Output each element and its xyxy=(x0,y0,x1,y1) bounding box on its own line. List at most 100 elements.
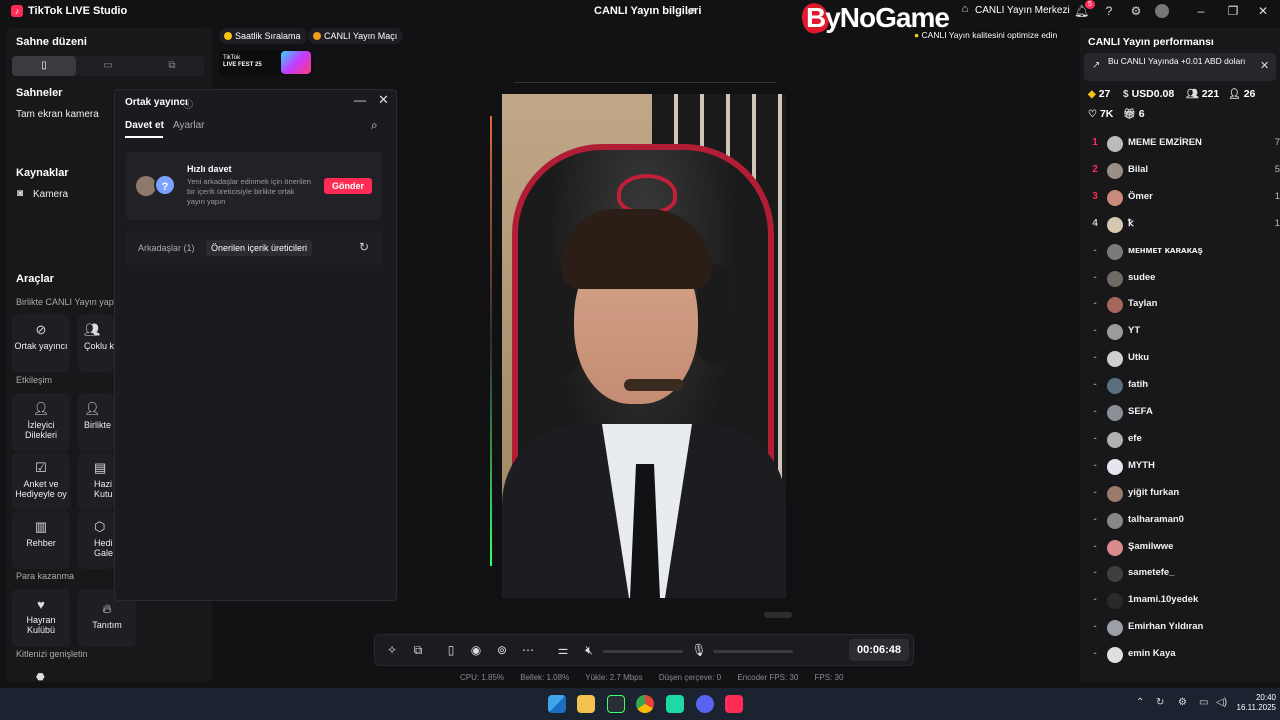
tool-gift-gallery[interactable]: ⬡ Hedi Gale xyxy=(78,511,114,569)
portrait-button[interactable]: ▯ xyxy=(12,56,76,76)
tray-sync-icon[interactable]: ↻ xyxy=(1156,697,1164,708)
tab-friends[interactable]: Arkadaşlar (1) xyxy=(133,240,200,256)
refresh-icon[interactable]: ↻ xyxy=(359,240,369,254)
windows-start-icon[interactable] xyxy=(548,695,566,713)
live-center-link[interactable]: CANLI Yayın Merkezi xyxy=(975,5,1070,16)
close-window-icon[interactable]: ✕ xyxy=(1256,4,1270,18)
tool-treasure[interactable]: ▤ Hazi Kutu xyxy=(78,452,114,510)
tab-suggested-creators[interactable]: Önerilen içerik üreticileri xyxy=(206,240,313,256)
quick-invite-title: Hızlı davet xyxy=(187,164,232,174)
viewer-rank: - xyxy=(1093,540,1097,552)
viewer-row[interactable]: - Emirhan Yıldıran xyxy=(1088,618,1278,638)
preview-scroll-handle[interactable] xyxy=(764,612,792,618)
camera-feed[interactable] xyxy=(502,94,786,598)
tool-together[interactable]: 👤︎ Birlikte xyxy=(78,393,114,451)
viewer-gift-count: 1 xyxy=(1274,190,1280,202)
speaker-volume-slider[interactable] xyxy=(603,650,683,653)
source-item-camera[interactable]: Kamera xyxy=(33,189,68,200)
viewer-row[interactable]: - 1mami.10yedek xyxy=(1088,591,1278,611)
help-icon[interactable]: ? xyxy=(1102,4,1116,18)
tool-viewer-requests[interactable]: 👤︎ İzleyici Dilekleri xyxy=(12,393,70,451)
tool-fan-club[interactable]: ♥ Hayran Kulübü xyxy=(12,589,70,647)
expand-tool-icon[interactable]: ⬣ xyxy=(36,672,45,683)
screen-capture-icon[interactable]: ⧉ xyxy=(410,643,426,658)
share-icon[interactable]: ⇗ xyxy=(686,4,696,18)
viewer-rank: - xyxy=(1093,379,1097,391)
tool-multi-guest[interactable]: 👥︎ Çoklu k xyxy=(78,314,114,372)
minimize-icon[interactable]: – xyxy=(1194,4,1208,18)
discord-icon[interactable] xyxy=(696,695,714,713)
viewer-rank: - xyxy=(1093,352,1097,364)
adjust-icon[interactable]: ⚌ xyxy=(555,643,571,657)
magic-wand-icon[interactable]: ✧ xyxy=(384,643,400,657)
gift-gallery-icon: ⬡ xyxy=(94,519,106,534)
viewer-row[interactable]: - MYTH xyxy=(1088,457,1278,477)
tool-guide[interactable]: ▥ Rehber xyxy=(12,511,70,569)
hourly-ranking-pill[interactable]: Saatlik Sıralama xyxy=(219,28,307,44)
live-fest-banner[interactable]: TikTok LIVE FEST 25 xyxy=(219,50,313,75)
viewer-row[interactable]: 3 Ömer 1 xyxy=(1088,188,1280,208)
chrome-icon[interactable] xyxy=(636,695,654,713)
close-icon[interactable]: ✕ xyxy=(1260,59,1269,72)
microphone-icon[interactable]: 🎙︎ xyxy=(691,643,707,657)
viewer-row[interactable]: - YT xyxy=(1088,322,1278,342)
record-icon[interactable]: ◉ xyxy=(468,643,484,657)
phone-icon[interactable]: ▯ xyxy=(443,643,459,657)
speaker-muted-icon[interactable]: 🔇︎ xyxy=(581,643,597,658)
viewer-row[interactable]: - ᴍᴇʜᴍᴇᴛ ᴋᴀʀᴀᴋᴀş xyxy=(1088,242,1278,262)
viewer-name: Taylan xyxy=(1128,298,1158,310)
viewer-row[interactable]: - Taylan xyxy=(1088,295,1278,315)
viewer-row[interactable]: - emin Kaya xyxy=(1088,645,1278,665)
dollar-icon: $ xyxy=(1123,89,1129,100)
tab-settings[interactable]: Ayarlar xyxy=(173,120,205,131)
send-button[interactable]: Gönder xyxy=(324,178,372,194)
search-icon[interactable]: ⌕ xyxy=(371,118,378,133)
viewer-row[interactable]: - efe xyxy=(1088,430,1278,450)
profile-avatar[interactable] xyxy=(1155,4,1169,18)
viewer-row[interactable]: - Utku xyxy=(1088,349,1278,369)
viewer-name: sametefe_ xyxy=(1128,567,1175,579)
viewer-row[interactable]: 2 Bilal 5 xyxy=(1088,161,1280,181)
viewer-row[interactable]: - sametefe_ xyxy=(1088,564,1278,584)
scenes-title: Sahneler xyxy=(16,87,63,99)
terminal-icon[interactable] xyxy=(607,695,625,713)
tools-title: Araçlar xyxy=(16,273,54,285)
restore-icon[interactable]: ❐ xyxy=(1226,4,1240,18)
viewer-row[interactable]: - yiğit furkan xyxy=(1088,484,1278,504)
help-icon[interactable]: ⓘ xyxy=(183,96,193,111)
dual-layout-button[interactable]: ⧉ xyxy=(140,56,204,76)
file-explorer-icon[interactable] xyxy=(577,695,595,713)
tool-cohost[interactable]: ⊘ Ortak yayıncı xyxy=(12,314,70,372)
network-icon[interactable]: ▭ xyxy=(1199,697,1208,708)
viewer-row[interactable]: - sudee xyxy=(1088,269,1278,289)
dialog-title: Ortak yayıncı xyxy=(125,97,188,108)
orientation-toggle: ▯ ▭ ⧉ xyxy=(12,56,204,76)
close-icon[interactable]: ✕ xyxy=(378,92,389,108)
gear-icon[interactable]: ⚙ xyxy=(1129,4,1143,18)
viewer-row[interactable]: - fatih xyxy=(1088,376,1278,396)
viewer-avatar xyxy=(1107,593,1123,610)
tray-settings-icon[interactable]: ⚙ xyxy=(1178,697,1187,708)
app-icon[interactable] xyxy=(666,695,684,713)
scene-item[interactable]: Tam ekran kamera xyxy=(16,109,99,120)
viewer-row[interactable]: - Şamilwwe xyxy=(1088,538,1278,558)
camera-switch-icon[interactable]: ⊚ xyxy=(494,643,510,657)
viewer-row[interactable]: - talharaman0 xyxy=(1088,511,1278,531)
viewer-row[interactable]: 4 ꝁ 1 xyxy=(1088,215,1280,235)
viewer-row[interactable]: - SEFA xyxy=(1088,403,1278,423)
tab-invite[interactable]: Davet et xyxy=(125,120,164,131)
more-icon[interactable]: ⋯ xyxy=(520,643,536,657)
live-match-pill[interactable]: CANLI Yayın Maçı xyxy=(308,28,404,44)
volume-icon[interactable]: ◁) xyxy=(1216,697,1227,708)
home-icon[interactable]: ⌂ xyxy=(958,3,972,15)
quality-tip[interactable]: ● CANLI Yayın kalitesini optimize edin xyxy=(914,30,1057,40)
landscape-button[interactable]: ▭ xyxy=(76,56,140,76)
tray-chevron-icon[interactable]: ⌃ xyxy=(1136,697,1144,708)
mic-volume-slider[interactable] xyxy=(713,650,793,653)
minimize-icon[interactable]: — xyxy=(354,93,366,107)
treasure-icon: ▤ xyxy=(94,460,107,475)
system-clock[interactable]: 20:40 16.11.2025 xyxy=(1234,693,1276,713)
viewer-row[interactable]: 1 MEME EMZİREN 7 xyxy=(1088,134,1280,154)
tiktok-studio-taskbar-icon[interactable] xyxy=(725,695,743,713)
tool-poll[interactable]: ☑ Anket ve Hediyeyle oy xyxy=(12,452,70,510)
